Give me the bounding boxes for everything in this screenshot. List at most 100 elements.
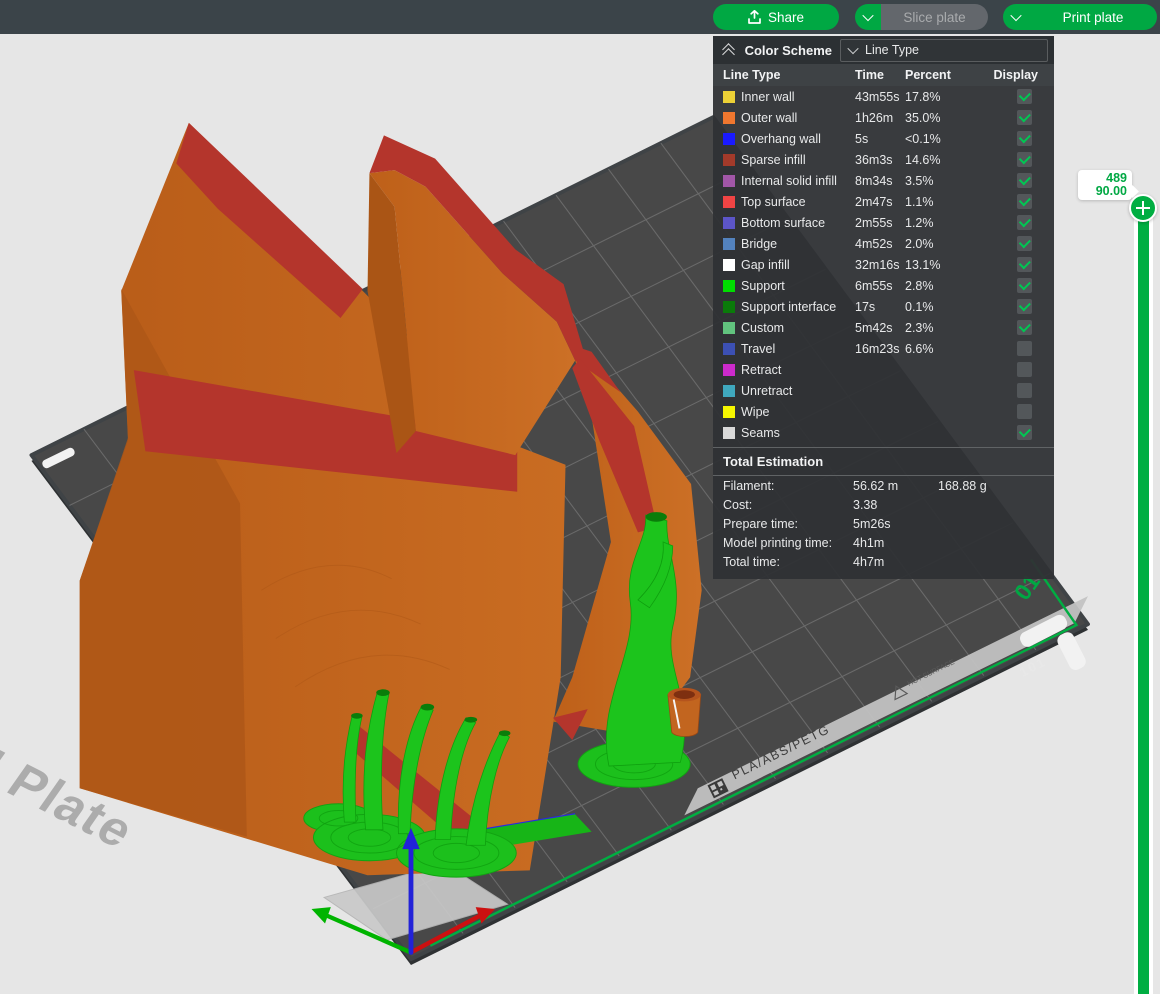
display-checkbox[interactable] [1017,194,1032,209]
share-button[interactable]: Share [713,4,839,30]
line-type-color-swatch [723,406,735,418]
line-type-percent: 1.1% [905,195,991,209]
line-type-percent: 2.0% [905,237,991,251]
line-type-row: Wipe [713,401,1054,422]
display-checkbox[interactable] [1017,320,1032,335]
line-type-label: Outer wall [741,111,855,125]
total-estimation-row: Cost: 3.38 [713,495,1054,514]
line-type-row: Sparse infill 36m3s 14.6% [713,149,1054,170]
model-cup[interactable] [668,688,701,737]
line-type-label: Support [741,279,855,293]
estimation-label: Filament: [723,479,853,493]
estimation-value: 5m26s [853,517,938,531]
line-type-table: Inner wall 43m55s 17.8% Outer wall 1h26m… [713,86,1054,443]
display-checkbox[interactable] [1017,278,1032,293]
estimation-value-2: 168.88 g [938,479,1054,493]
line-type-time: 32m16s [855,258,905,272]
display-checkbox[interactable] [1017,341,1032,356]
view-mode-select[interactable]: Line Type [840,39,1048,62]
display-checkbox[interactable] [1017,425,1032,440]
line-type-label: Retract [741,363,855,377]
display-checkbox[interactable] [1017,110,1032,125]
line-type-time: 5m42s [855,321,905,335]
line-type-row: Inner wall 43m55s 17.8% [713,86,1054,107]
display-checkbox[interactable] [1017,299,1032,314]
line-type-time: 8m34s [855,174,905,188]
estimation-label: Cost: [723,498,853,512]
layer-height: 90.00 [1096,185,1127,198]
slice-options-dropdown[interactable] [855,4,881,30]
line-type-time: 6m55s [855,279,905,293]
view-mode-value: Line Type [865,43,919,57]
estimation-label: Total time: [723,555,853,569]
layer-slider-handle[interactable] [1129,194,1157,222]
line-type-label: Seams [741,426,855,440]
estimation-label: Prepare time: [723,517,853,531]
display-checkbox[interactable] [1017,236,1032,251]
line-type-row: Outer wall 1h26m 35.0% [713,107,1054,128]
line-type-percent: <0.1% [905,132,991,146]
line-type-time: 43m55s [855,90,905,104]
layer-tooltip: 489 90.00 [1078,170,1132,200]
display-checkbox[interactable] [1017,257,1032,272]
col-percent: Percent [905,68,991,82]
panel-header: Color Scheme Line Type [713,36,1054,64]
display-checkbox[interactable] [1017,404,1032,419]
line-type-time: 1h26m [855,111,905,125]
line-type-time: 2m55s [855,216,905,230]
display-checkbox[interactable] [1017,173,1032,188]
line-type-color-swatch [723,385,735,397]
slice-plate-button[interactable]: Slice plate [881,4,988,30]
line-type-label: Unretract [741,384,855,398]
line-type-color-swatch [723,217,735,229]
line-type-time: 5s [855,132,905,146]
layer-slider-track[interactable] [1134,196,1153,994]
line-type-color-swatch [723,175,735,187]
top-toolbar: Share Slice plate Print plate [0,0,1160,34]
print-options-dropdown[interactable] [1003,4,1029,30]
line-type-table-header: Line Type Time Percent Display [713,64,1054,86]
total-estimation-row: Prepare time: 5m26s [713,514,1054,533]
line-type-color-swatch [723,259,735,271]
slicer-app: PEI Plate PLA/ABS/PETG HOT SURFACE 101 0… [0,0,1160,994]
line-type-label: Travel [741,342,855,356]
line-type-label: Internal solid infill [741,174,855,188]
line-type-row: Support interface 17s 0.1% [713,296,1054,317]
line-type-row: Unretract [713,380,1054,401]
line-type-label: Overhang wall [741,132,855,146]
line-type-row: Travel 16m23s 6.6% [713,338,1054,359]
collapse-panel-icon[interactable] [723,44,737,56]
line-type-color-swatch [723,427,735,439]
line-type-color-swatch [723,322,735,334]
display-checkbox[interactable] [1017,131,1032,146]
line-type-label: Gap infill [741,258,855,272]
line-type-percent: 6.6% [905,342,991,356]
display-checkbox[interactable] [1017,152,1032,167]
estimation-label: Model printing time: [723,536,853,550]
line-type-label: Support interface [741,300,855,314]
line-type-time: 36m3s [855,153,905,167]
line-type-color-swatch [723,91,735,103]
display-checkbox[interactable] [1017,89,1032,104]
print-plate-button[interactable]: Print plate [1029,4,1157,30]
estimation-value: 4h7m [853,555,938,569]
display-checkbox[interactable] [1017,362,1032,377]
line-type-color-swatch [723,301,735,313]
chevron-down-icon [847,43,858,54]
line-type-time: 2m47s [855,195,905,209]
line-type-row: Internal solid infill 8m34s 3.5% [713,170,1054,191]
display-checkbox[interactable] [1017,215,1032,230]
line-type-label: Inner wall [741,90,855,104]
line-type-percent: 3.5% [905,174,991,188]
slice-plate-label: Slice plate [903,10,965,25]
total-estimation-row: Model printing time: 4h1m [713,533,1054,552]
line-type-label: Bottom surface [741,216,855,230]
line-type-row: Bottom surface 2m55s 1.2% [713,212,1054,233]
total-estimation-row: Filament: 56.62 m 168.88 g [713,476,1054,495]
line-type-label: Wipe [741,405,855,419]
line-type-row: Support 6m55s 2.8% [713,275,1054,296]
share-label: Share [768,10,804,25]
layer-slider-fill [1138,209,1149,994]
line-type-percent: 1.2% [905,216,991,230]
display-checkbox[interactable] [1017,383,1032,398]
